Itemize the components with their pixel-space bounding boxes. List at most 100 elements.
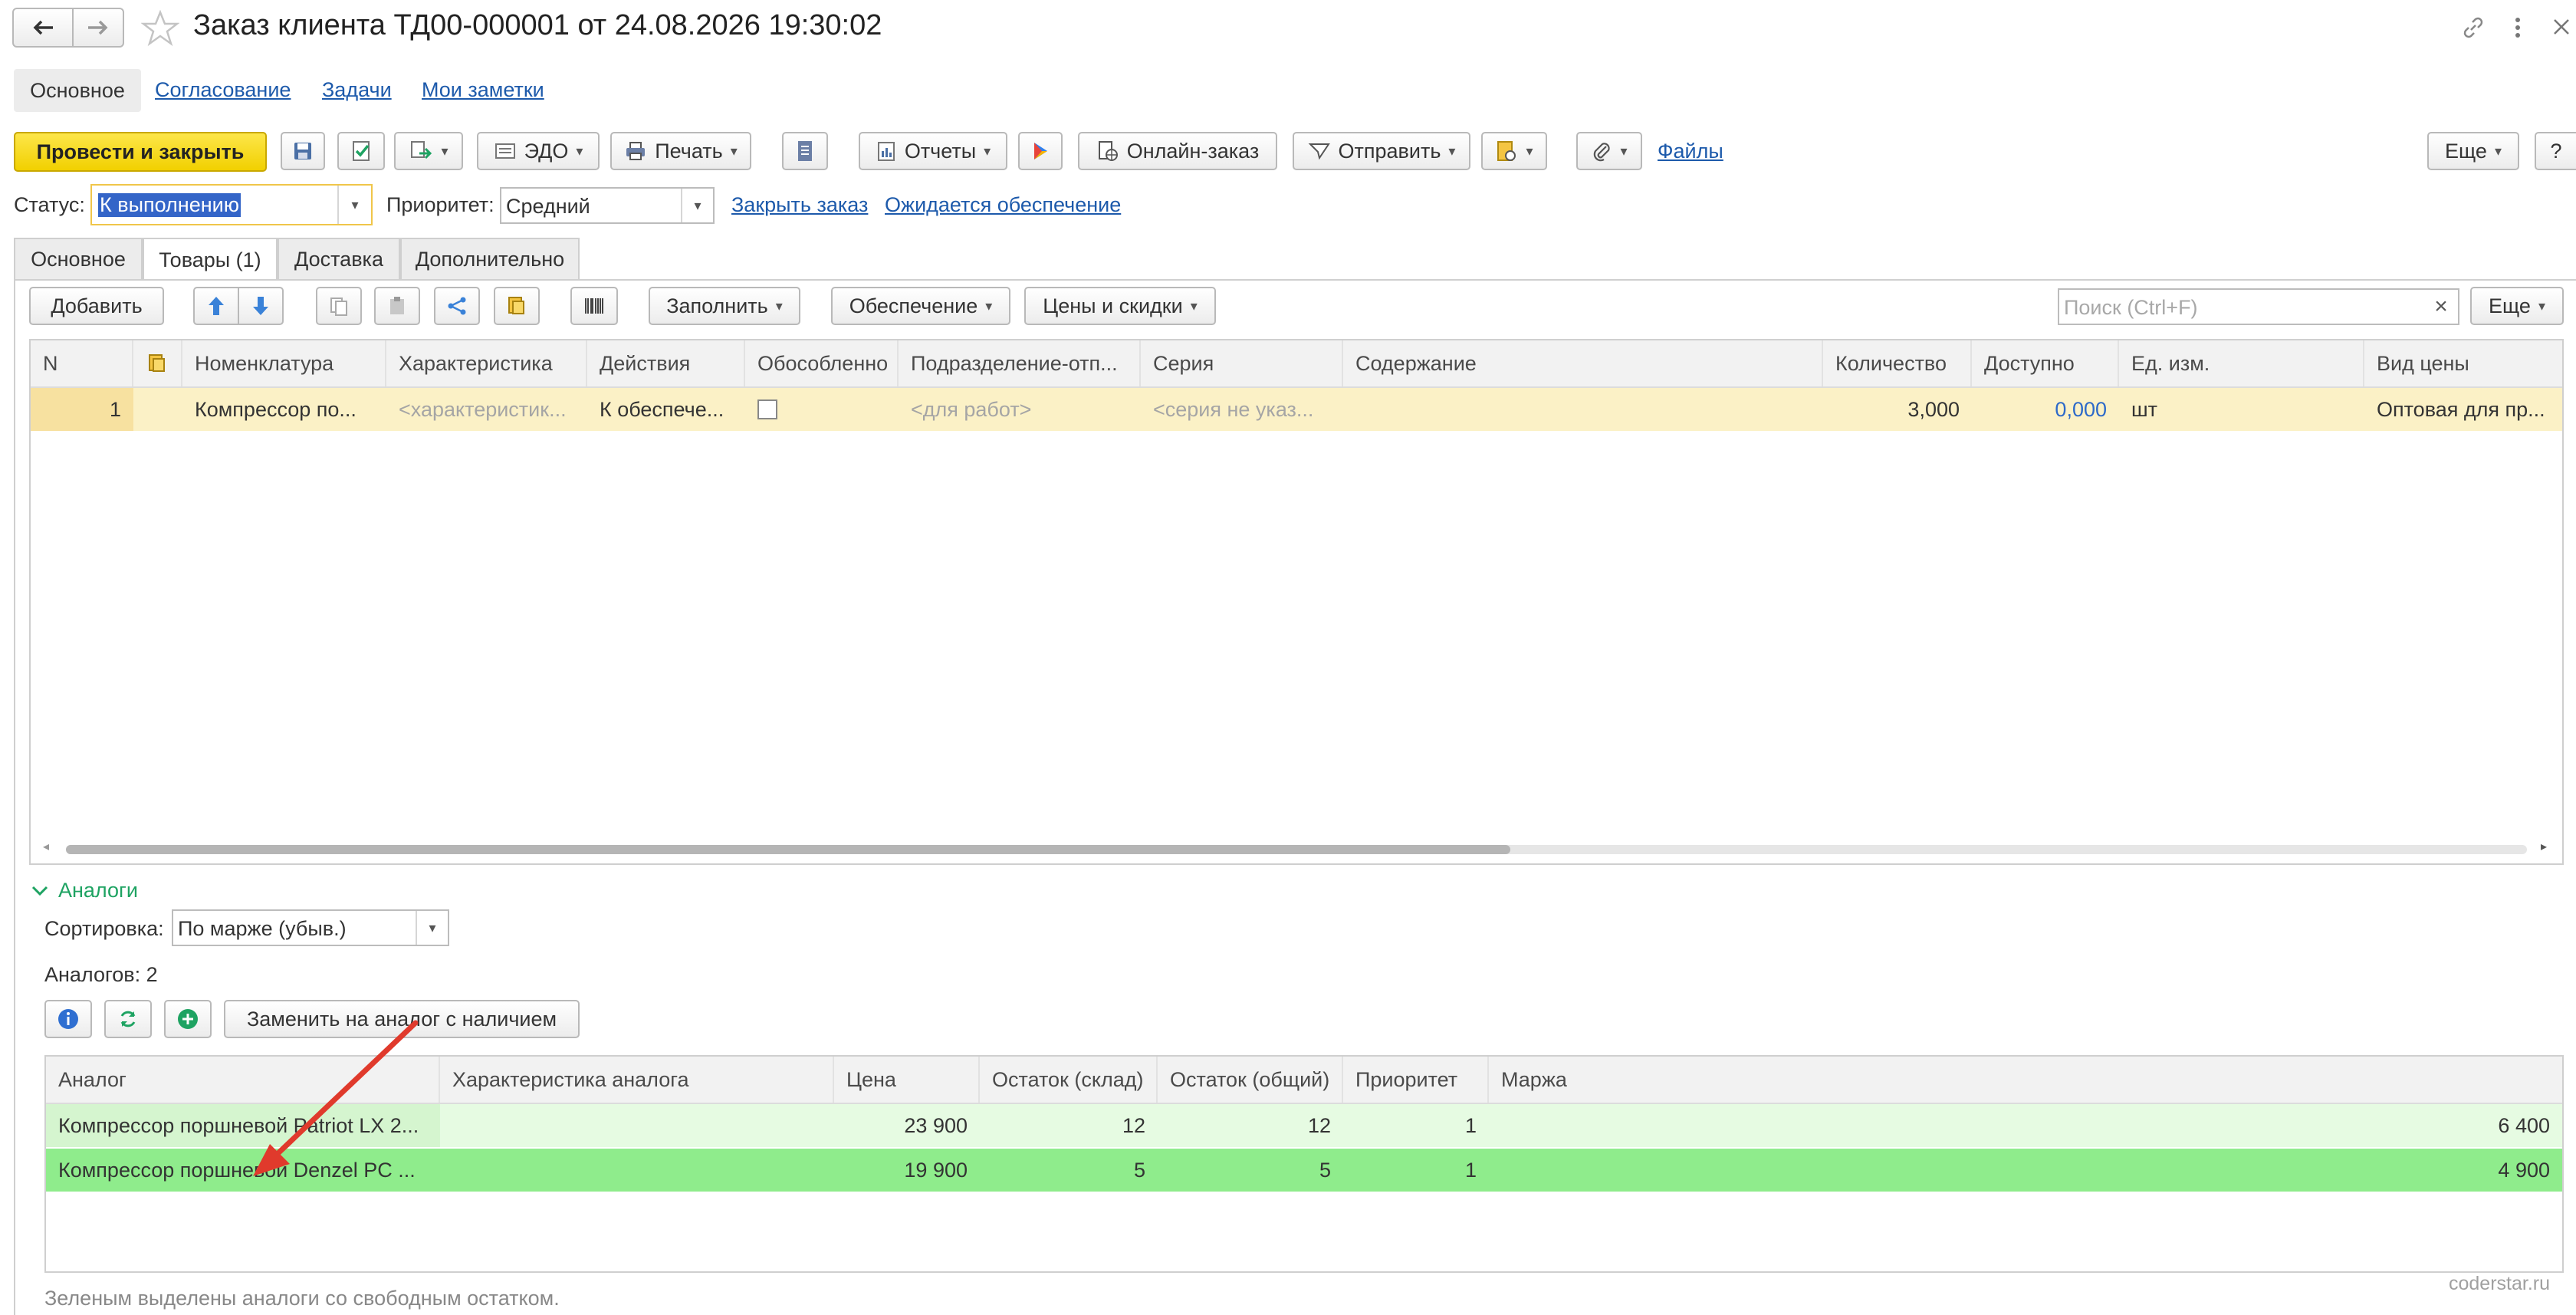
analog-price[interactable]: 19 900: [834, 1149, 980, 1192]
column-header-actions[interactable]: Действия: [587, 340, 745, 386]
scrollbar-thumb[interactable]: [66, 845, 1510, 854]
analog-margin[interactable]: 4 900: [1489, 1149, 2562, 1192]
analogs-section-toggle[interactable]: Аналоги: [31, 879, 138, 902]
awaiting-provision-link[interactable]: Ожидается обеспечение: [885, 193, 1121, 217]
column-header-nomenclature[interactable]: Номенклатура: [182, 340, 386, 386]
priority-select[interactable]: Средний ▾: [500, 187, 715, 224]
table-row[interactable]: 1 Компрессор по... <характеристик... К о…: [31, 388, 2562, 431]
move-up-button[interactable]: [193, 287, 239, 325]
row-action[interactable]: К обеспече...: [587, 388, 745, 431]
row-available[interactable]: 0,000: [1972, 388, 2119, 431]
edo-button[interactable]: ЭДО ▾: [477, 132, 600, 170]
close-order-link[interactable]: Закрыть заказ: [731, 193, 868, 217]
column-header-n[interactable]: N: [31, 340, 133, 386]
column-header-content[interactable]: Содержание: [1343, 340, 1823, 386]
scroll-right-icon[interactable]: ▸: [2541, 839, 2547, 854]
analog-price[interactable]: 23 900: [834, 1104, 980, 1147]
row-characteristic[interactable]: <характеристик...: [386, 388, 587, 431]
tab-additional[interactable]: Дополнительно: [400, 238, 580, 279]
column-header-margin[interactable]: Маржа: [1489, 1057, 2562, 1103]
sort-dropdown-button[interactable]: ▾: [416, 911, 448, 945]
create-based-on-button[interactable]: ▾: [394, 132, 463, 170]
prices-discounts-button[interactable]: Цены и скидки ▾: [1024, 287, 1216, 325]
add-analog-button[interactable]: [164, 1000, 212, 1038]
row-unit[interactable]: шт: [2119, 388, 2364, 431]
analog-characteristic[interactable]: [440, 1149, 834, 1192]
column-header-quantity[interactable]: Количество: [1823, 340, 1972, 386]
document-structure-button[interactable]: [782, 132, 828, 170]
attach-button[interactable]: ▾: [1576, 132, 1642, 170]
copy-row-button[interactable]: [316, 287, 362, 325]
analog-stock-warehouse[interactable]: 5: [980, 1149, 1158, 1192]
help-button[interactable]: ?: [2535, 132, 2576, 170]
status-select[interactable]: К выполнению ▾: [90, 184, 373, 225]
search-clear-button[interactable]: ×: [2424, 288, 2459, 325]
link-icon[interactable]: [2459, 14, 2487, 41]
fill-button[interactable]: Заполнить ▾: [649, 287, 800, 325]
move-down-button[interactable]: [238, 287, 284, 325]
column-header-picture[interactable]: [133, 340, 182, 386]
nav-item-notes[interactable]: Мои заметки: [422, 78, 544, 102]
column-header-separate[interactable]: Обособленно: [745, 340, 899, 386]
post-button[interactable]: [337, 132, 385, 170]
online-order-button[interactable]: Онлайн-заказ: [1078, 132, 1277, 170]
priority-dropdown-button[interactable]: ▾: [681, 189, 713, 222]
column-header-available[interactable]: Доступно: [1972, 340, 2119, 386]
files-link[interactable]: Файлы: [1658, 140, 1723, 163]
split-row-button[interactable]: [434, 287, 480, 325]
provision-button[interactable]: Обеспечение ▾: [831, 287, 1010, 325]
paste-row-button[interactable]: [374, 287, 420, 325]
barcode-button[interactable]: [570, 287, 618, 325]
analog-characteristic[interactable]: [440, 1104, 834, 1147]
analog-stock-total[interactable]: 12: [1158, 1104, 1343, 1147]
nav-item-approval[interactable]: Согласование: [155, 78, 291, 102]
more-vertical-icon[interactable]: [2512, 14, 2524, 41]
forward-button[interactable]: [72, 8, 124, 48]
column-header-series[interactable]: Серия: [1141, 340, 1343, 386]
column-header-price-type[interactable]: Вид цены: [2364, 340, 2562, 386]
save-button[interactable]: [281, 132, 325, 170]
more-button[interactable]: Еще ▾: [2427, 132, 2519, 170]
print-button[interactable]: Печать ▾: [610, 132, 751, 170]
goods-more-button[interactable]: Еще ▾: [2470, 287, 2564, 325]
close-icon[interactable]: [2551, 17, 2571, 37]
column-header-characteristic[interactable]: Характеристика: [386, 340, 587, 386]
column-header-priority[interactable]: Приоритет: [1343, 1057, 1489, 1103]
row-quantity[interactable]: 3,000: [1823, 388, 1972, 431]
refresh-button[interactable]: [104, 1000, 152, 1038]
analog-priority[interactable]: 1: [1343, 1149, 1489, 1192]
tab-delivery[interactable]: Доставка: [278, 238, 400, 279]
add-button[interactable]: Добавить: [29, 287, 164, 325]
column-header-analog-characteristic[interactable]: Характеристика аналога: [440, 1057, 834, 1103]
row-separate-checkbox[interactable]: [745, 388, 899, 431]
tab-goods[interactable]: Товары (1): [143, 238, 278, 281]
horizontal-scrollbar[interactable]: ◂ ▸: [31, 837, 2562, 860]
column-header-department[interactable]: Подразделение-отп...: [899, 340, 1141, 386]
analog-margin[interactable]: 6 400: [1489, 1104, 2562, 1147]
send-button[interactable]: Отправить ▾: [1293, 132, 1470, 170]
analog-stock-total[interactable]: 5: [1158, 1149, 1343, 1192]
row-nomenclature[interactable]: Компрессор по...: [182, 388, 386, 431]
column-header-stock-warehouse[interactable]: Остаток (склад): [980, 1057, 1158, 1103]
post-and-close-button[interactable]: Провести и закрыть: [14, 132, 267, 172]
analog-stock-warehouse[interactable]: 12: [980, 1104, 1158, 1147]
sort-select[interactable]: По марже (убыв.) ▾: [172, 909, 449, 946]
nav-item-main[interactable]: Основное: [14, 69, 141, 112]
related-documents-button[interactable]: ▾: [1481, 132, 1547, 170]
column-header-price[interactable]: Цена: [834, 1057, 980, 1103]
star-icon[interactable]: [141, 9, 179, 48]
reports-button[interactable]: Отчеты ▾: [859, 132, 1007, 170]
info-button[interactable]: [44, 1000, 92, 1038]
analog-priority[interactable]: 1: [1343, 1104, 1489, 1147]
back-button[interactable]: [12, 8, 74, 48]
play-market-button[interactable]: [1018, 132, 1063, 170]
row-department[interactable]: <для работ>: [899, 388, 1141, 431]
tab-main[interactable]: Основное: [14, 238, 143, 279]
select-documents-button[interactable]: [494, 287, 540, 325]
nav-item-tasks[interactable]: Задачи: [322, 78, 392, 102]
column-header-stock-total[interactable]: Остаток (общий): [1158, 1057, 1343, 1103]
search-input[interactable]: Поиск (Ctrl+F): [2058, 288, 2426, 325]
scroll-left-icon[interactable]: ◂: [43, 839, 49, 854]
row-price-type[interactable]: Оптовая для пр...: [2364, 388, 2562, 431]
row-series[interactable]: <серия не указ...: [1141, 388, 1343, 431]
